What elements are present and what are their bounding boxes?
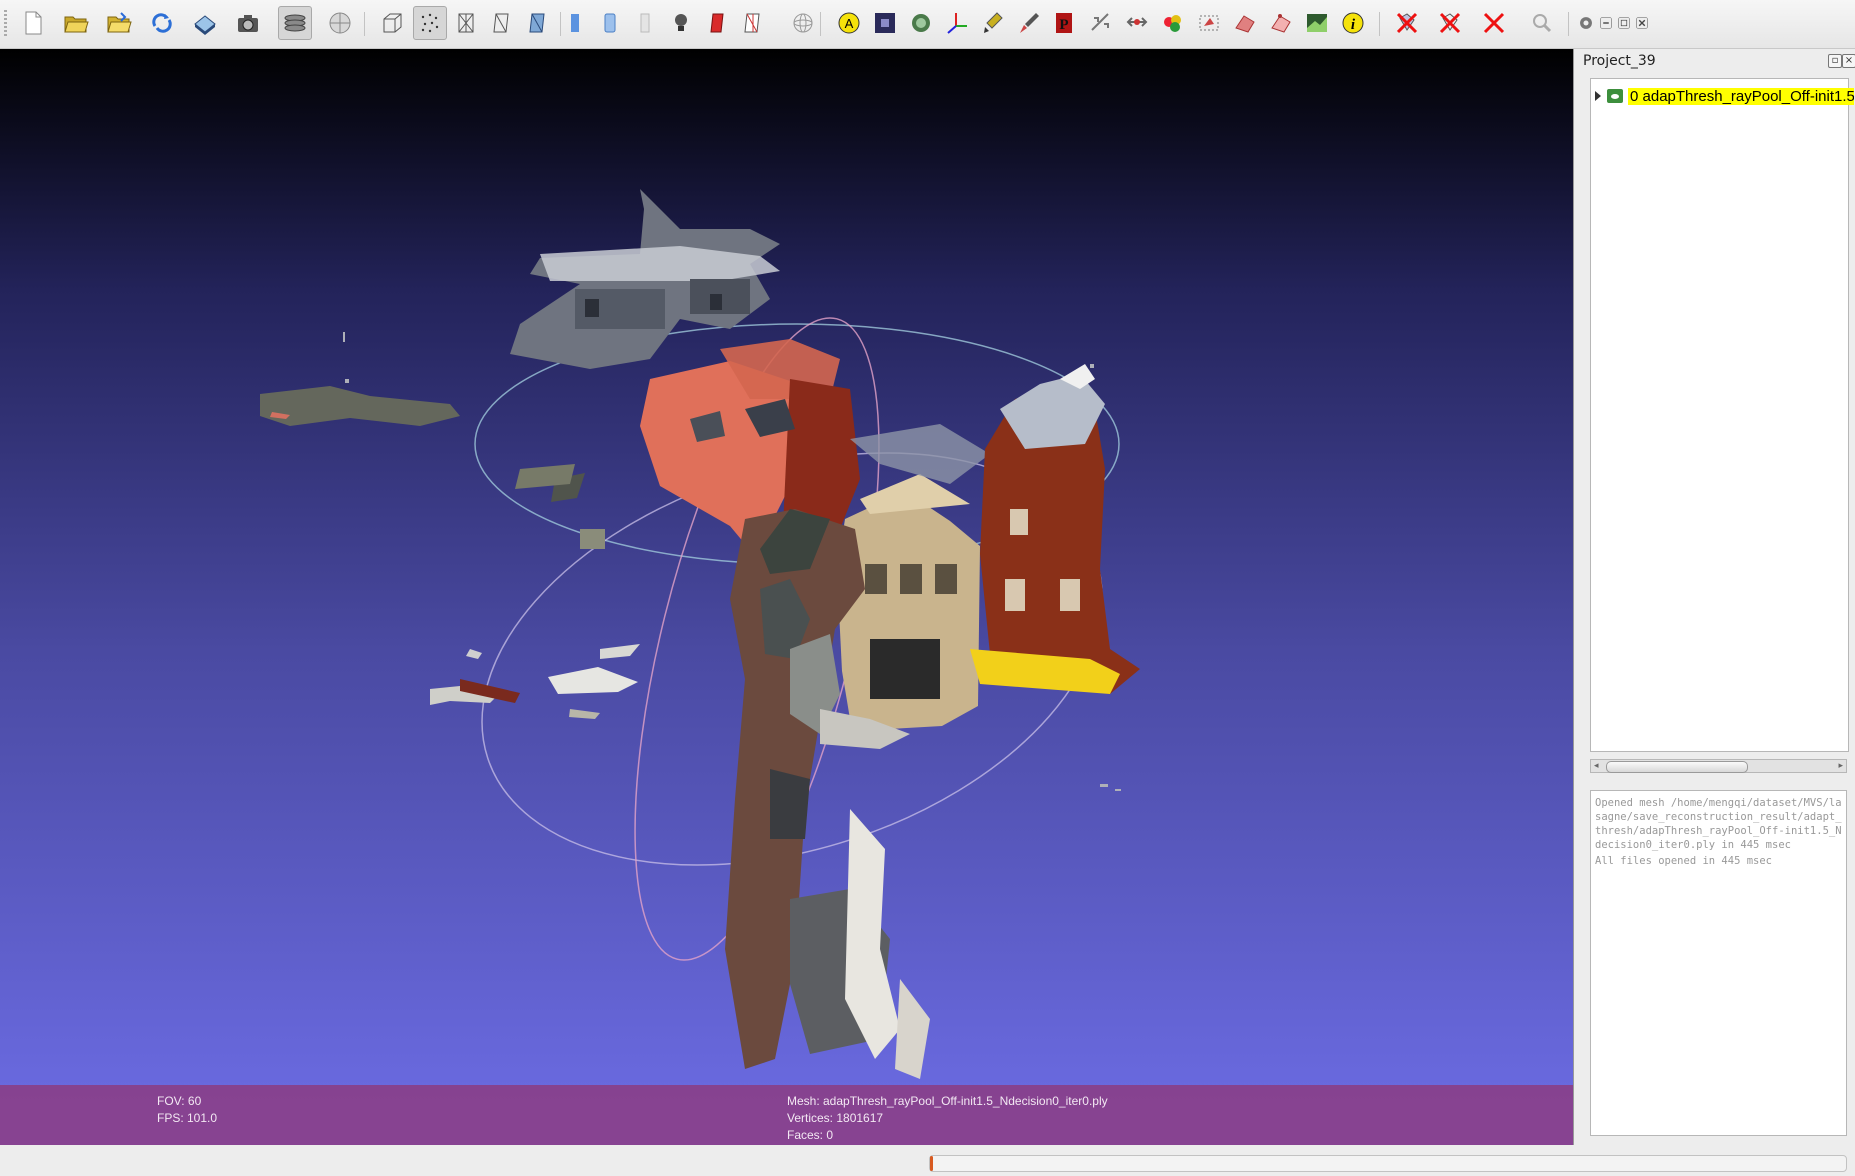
info-overlay: FOV: 60 FPS: 101.0 Mesh: adapThresh_rayP…	[0, 1085, 1573, 1145]
trackball-icon[interactable]	[786, 6, 820, 40]
progress-fill	[930, 1156, 933, 1171]
snapshot-icon[interactable]	[231, 6, 265, 40]
layers-icon[interactable]	[278, 6, 312, 40]
view-icon[interactable]	[1575, 6, 1597, 40]
brush-icon[interactable]	[1012, 6, 1046, 40]
light-icon[interactable]	[664, 6, 698, 40]
raster-align-icon[interactable]	[1300, 6, 1334, 40]
progress-bar	[929, 1155, 1847, 1172]
open-project-icon[interactable]	[59, 6, 93, 40]
points-icon[interactable]	[413, 6, 447, 40]
reload-icon[interactable]	[145, 6, 179, 40]
delete-all-icon[interactable]	[1477, 6, 1511, 40]
layer-list: 0 adapThresh_rayPool_Off-init1.5_Ndecisi…	[1590, 78, 1854, 752]
svg-text:P: P	[1059, 17, 1068, 33]
point-cloud-render[interactable]	[0, 49, 1573, 1145]
select-vertices-icon[interactable]	[1228, 6, 1262, 40]
red-building-cloud	[970, 364, 1140, 694]
roof-structure-cloud	[510, 189, 780, 369]
main-toolbar: A P i	[0, 0, 1855, 49]
wireframe-icon[interactable]	[449, 6, 483, 40]
flat-lines-icon[interactable]	[521, 6, 555, 40]
expand-arrow-icon[interactable]	[1595, 91, 1601, 101]
paint-icon[interactable]	[976, 6, 1010, 40]
project-title: Project_39	[1583, 53, 1656, 69]
pick-points-icon[interactable]: P	[1048, 6, 1082, 40]
backface-icon[interactable]	[700, 6, 734, 40]
bbox-icon[interactable]	[375, 6, 409, 40]
axis-icon[interactable]	[940, 6, 974, 40]
dock-close-icon[interactable]: ×	[1842, 54, 1855, 68]
svg-text:A: A	[845, 16, 854, 31]
visibility-eye-icon[interactable]	[1607, 89, 1623, 103]
project-dock: Project_39 ▫ × 0 adapThresh_rayPool_Off-…	[1575, 49, 1855, 1145]
color-paint-icon[interactable]	[1156, 6, 1190, 40]
delete-faces-icon[interactable]	[1390, 6, 1424, 40]
floating-fragments	[260, 386, 640, 719]
selected-faces-icon[interactable]	[736, 6, 770, 40]
3d-viewport[interactable]: FOV: 60 FPS: 101.0 Mesh: adapThresh_rayP…	[0, 49, 1574, 1145]
close-icon[interactable]	[1633, 6, 1651, 40]
shading-icon[interactable]	[323, 6, 357, 40]
fps-label: FPS: 101.0	[157, 1111, 218, 1125]
hidden-lines-icon[interactable]	[485, 6, 519, 40]
new-project-icon[interactable]	[16, 6, 50, 40]
log-entry: Opened mesh /home/mengqi/dataset/MVS/las…	[1595, 797, 1842, 851]
mesh-name-label: Mesh: adapThresh_rayPool_Off-init1.5_Nde…	[787, 1094, 1108, 1108]
select-connected-icon[interactable]	[1264, 6, 1298, 40]
vertices-label: Vertices: 1801617	[787, 1111, 884, 1125]
scroll-right-icon[interactable]: ▸	[1838, 761, 1843, 771]
layer-item[interactable]: 0 adapThresh_rayPool_Off-init1.5_Ndecisi…	[1595, 87, 1854, 105]
scroll-left-icon[interactable]: ◂	[1594, 761, 1599, 771]
delete-vertices-icon[interactable]	[1433, 6, 1467, 40]
smooth-icon[interactable]	[593, 6, 627, 40]
search-icon[interactable]	[1525, 6, 1559, 40]
import-mesh-icon[interactable]	[102, 6, 136, 40]
layer-name-label[interactable]: 0 adapThresh_rayPool_Off-init1.5_Ndecisi…	[1628, 87, 1854, 105]
scrollbar-thumb[interactable]	[1606, 761, 1748, 773]
select-faces-icon[interactable]	[1192, 6, 1226, 40]
texture-icon[interactable]	[628, 6, 662, 40]
save-icon[interactable]	[188, 6, 222, 40]
annotation-icon[interactable]: A	[832, 6, 866, 40]
raster-icon[interactable]	[868, 6, 902, 40]
log-panel: Opened mesh /home/mengqi/dataset/MVS/las…	[1590, 790, 1847, 1136]
minimize-icon[interactable]	[1597, 6, 1615, 40]
log-entry: All files opened in 445 msec	[1595, 855, 1773, 867]
status-bar	[0, 1146, 1855, 1176]
dock-float-icon[interactable]: ▫	[1828, 54, 1842, 68]
texture-param-icon[interactable]	[904, 6, 938, 40]
manipulator-icon[interactable]	[1120, 6, 1154, 40]
layer-horizontal-scrollbar[interactable]: ◂ ▸	[1590, 759, 1847, 773]
restore-icon[interactable]	[1615, 6, 1633, 40]
align-icon[interactable]	[1084, 6, 1118, 40]
faces-label: Faces: 0	[787, 1128, 834, 1142]
flat-icon[interactable]	[558, 6, 592, 40]
toolbar-grip[interactable]	[4, 10, 7, 38]
info-icon[interactable]: i	[1336, 6, 1370, 40]
fov-label: FOV: 60	[157, 1094, 202, 1108]
